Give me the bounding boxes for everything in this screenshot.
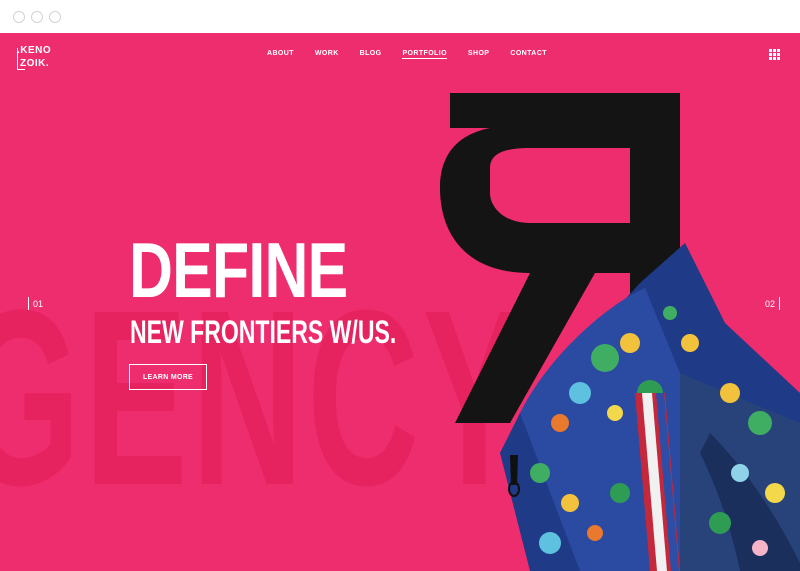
nav-item-about[interactable]: ABOUT — [267, 50, 294, 59]
nav-item-portfolio[interactable]: PORTFOLIO — [402, 50, 447, 59]
brand-logo[interactable]: .KENO ZOIK. — [17, 45, 57, 72]
window-minimize-button[interactable] — [31, 11, 43, 23]
logo-line-1: .KENO — [17, 45, 52, 56]
hero-headline: DEFINE — [129, 226, 348, 314]
window-maximize-button[interactable] — [49, 11, 61, 23]
slide-next-bar — [779, 297, 781, 310]
nav-item-blog[interactable]: BLOG — [360, 50, 382, 59]
slide-prev-number: 01 — [33, 298, 44, 309]
main-nav: ABOUT WORK BLOG PORTFOLIO SHOP CONTACT — [267, 50, 568, 59]
hero-section: GENCY .KENO ZOIK. ABOUT WORK BLOG PORTFO… — [0, 33, 800, 571]
nav-item-shop[interactable]: SHOP — [468, 50, 489, 59]
slide-next-indicator[interactable]: 02 — [765, 297, 781, 310]
grid-icon[interactable] — [769, 49, 780, 60]
logo-line-2: ZOIK. — [20, 58, 50, 69]
hero-subheadline: NEW FRONTIERS W/US. — [130, 314, 397, 350]
window-close-button[interactable] — [13, 11, 25, 23]
nav-item-work[interactable]: WORK — [315, 50, 339, 59]
hero-artwork — [440, 93, 800, 571]
slide-next-number: 02 — [765, 298, 776, 309]
slide-prev-bar — [28, 297, 29, 310]
learn-more-button[interactable]: LEARN MORE — [129, 364, 207, 390]
browser-title-bar — [0, 0, 800, 33]
slide-prev-indicator[interactable]: 01 — [28, 297, 43, 310]
nav-item-contact[interactable]: CONTACT — [510, 50, 547, 59]
